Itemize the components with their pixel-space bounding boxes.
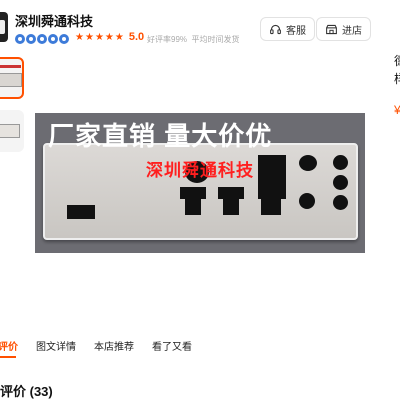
level-badge-icon — [15, 34, 25, 44]
star-icon: ★ — [94, 31, 104, 43]
reviews-title: 评价 (33) — [0, 384, 53, 399]
level-badge-icon — [59, 34, 69, 44]
shop-level-badges — [15, 34, 69, 44]
edge-text-2: 样 — [394, 70, 400, 87]
thumbnail-1[interactable] — [0, 57, 24, 99]
level-badge-icon — [48, 34, 58, 44]
detail-tabs: 评价 图文详情 本店推荐 看了又看 — [0, 338, 210, 353]
shop-name[interactable]: 深圳舜通科技 — [15, 11, 93, 30]
tab-also-viewed[interactable]: 看了又看 — [152, 338, 192, 353]
enter-shop-button[interactable]: 进店 — [316, 17, 371, 41]
edge-text-1: 德 — [394, 52, 400, 69]
thumbnail-2[interactable] — [0, 110, 24, 152]
rating-value: 5.0 — [128, 31, 145, 43]
good-rate: 好评率99% — [147, 35, 188, 44]
star-icon: ★ — [104, 31, 114, 43]
product-headline: 厂家直销 量大价优 — [48, 121, 273, 151]
tab-details[interactable]: 图文详情 — [36, 338, 76, 353]
enter-shop-label: 进店 — [342, 25, 362, 37]
edge-price-symbol: ¥ — [394, 103, 400, 117]
level-badge-icon — [37, 34, 47, 44]
store-icon — [326, 24, 337, 34]
customer-service-label: 客服 — [286, 25, 306, 37]
tab-reviews[interactable]: 评价 — [0, 338, 18, 353]
product-watermark: 深圳舜通科技 — [146, 161, 254, 180]
tab-shop-recommend[interactable]: 本店推荐 — [94, 338, 134, 353]
star-icon: ★ — [84, 31, 94, 43]
star-icon: ★ — [114, 31, 124, 43]
customer-service-button[interactable]: 客服 — [260, 17, 315, 41]
headset-icon — [270, 24, 281, 34]
ship-time: 平均时间发货 — [191, 35, 240, 44]
level-badge-icon — [26, 34, 36, 44]
active-tab-indicator — [0, 356, 16, 358]
shop-meta: 好评率99% 平均时间发货 — [147, 34, 239, 45]
star-icon: ★ — [75, 31, 84, 43]
rating-stars: ★ ★ ★ ★ ★ 5.0 — [75, 31, 144, 43]
shop-logo[interactable] — [0, 12, 8, 42]
